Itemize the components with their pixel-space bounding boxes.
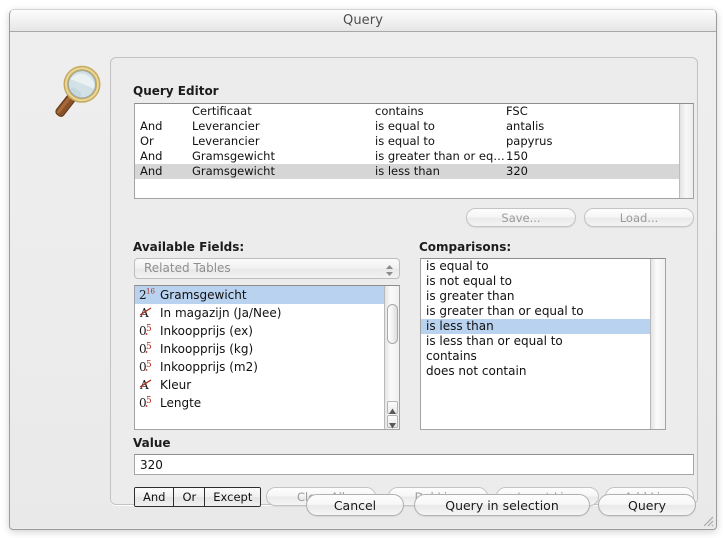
row-field: Leverancier <box>192 119 260 133</box>
decimal-field-icon: 05 <box>139 359 158 374</box>
scroll-down-arrow-icon[interactable] <box>387 415 398 429</box>
svg-text:5: 5 <box>146 396 152 406</box>
window-title: Query <box>342 13 383 28</box>
query-editor-scrollbar[interactable] <box>679 104 693 198</box>
query-editor-row[interactable]: And Gramsgewicht is greater than or eq… 150 <box>135 149 693 164</box>
available-fields-list[interactable]: 2 16 Gramsgewicht A In magazijn (Ja/Nee) 0 5 In… <box>134 285 400 430</box>
svg-text:5: 5 <box>146 324 152 334</box>
row-value: antalis <box>506 119 545 133</box>
query-in-selection-button[interactable]: Query in selection <box>414 494 590 516</box>
row-comparison: contains <box>375 104 424 118</box>
available-field-item[interactable]: 0 5 Inkoopprijs (m2) <box>135 358 399 376</box>
available-fields-label: Available Fields: <box>133 240 245 254</box>
query-editor-row[interactable]: Or Leverancier is equal to papyrus <box>135 134 693 149</box>
available-field-label: Kleur <box>160 378 192 392</box>
comparisons-scrollbar[interactable] <box>650 259 665 429</box>
cancel-button[interactable]: Cancel <box>306 494 404 516</box>
comparison-item[interactable]: does not contain <box>421 364 665 379</box>
row-value: 320 <box>506 164 528 178</box>
available-field-item[interactable]: 0 5 Inkoopprijs (kg) <box>135 340 399 358</box>
chevron-updown-icon <box>385 262 394 276</box>
comparison-item[interactable]: contains <box>421 349 665 364</box>
related-tables-popup[interactable]: Related Tables <box>134 258 400 279</box>
decimal-field-icon: 05 <box>139 341 158 356</box>
scroll-up-arrow-icon[interactable] <box>387 401 398 414</box>
available-field-item[interactable]: A Kleur <box>135 376 399 394</box>
operator-segment-except[interactable]: Except <box>205 488 261 506</box>
row-comparison: is equal to <box>375 134 435 148</box>
number-field-icon: 2 16 <box>139 287 158 303</box>
row-value: 150 <box>506 149 528 163</box>
comparison-item[interactable]: is less than <box>421 319 665 334</box>
available-field-label: Lengte <box>160 396 202 410</box>
available-field-label: Inkoopprijs (kg) <box>160 342 254 356</box>
comparison-item[interactable]: is not equal to <box>421 274 665 289</box>
row-value: papyrus <box>506 134 553 148</box>
query-editor-list[interactable]: Certificaat contains FSC And Leverancier is e… <box>134 103 694 199</box>
available-fields-scrollbar[interactable] <box>384 286 399 429</box>
available-field-label: In magazijn (Ja/Nee) <box>160 306 282 320</box>
value-label: Value <box>133 436 171 450</box>
row-operator: Or <box>140 134 154 148</box>
row-field: Gramsgewicht <box>192 164 275 178</box>
row-operator: And <box>140 149 163 163</box>
comparisons-rows: is equal to is not equal to is greater tha… <box>421 259 665 379</box>
available-field-label: Gramsgewicht <box>160 288 247 302</box>
query-dialog-window: Query Query Editor Certificaat contains … <box>9 9 717 530</box>
svg-text:16: 16 <box>146 288 155 296</box>
row-field: Leverancier <box>192 134 260 148</box>
comparison-item[interactable]: is less than or equal to <box>421 334 665 349</box>
comparison-item[interactable]: is greater than or equal to <box>421 304 665 319</box>
available-field-item[interactable]: A In magazijn (Ja/Nee) <box>135 304 399 322</box>
available-field-item[interactable]: 0 5 Inkoopprijs (ex) <box>135 322 399 340</box>
row-operator: And <box>140 164 163 178</box>
svg-text:5: 5 <box>146 342 152 352</box>
row-comparison: is greater than or eq… <box>375 149 505 163</box>
query-panel: Query Editor Certificaat contains FSC And Le… <box>110 57 698 507</box>
available-fields-rows: 2 16 Gramsgewicht A In magazijn (Ja/Nee) 0 5 In… <box>135 286 399 412</box>
row-comparison: is equal to <box>375 119 435 133</box>
value-input[interactable] <box>134 454 694 475</box>
window-body: Query Editor Certificaat contains FSC And Le… <box>10 32 716 528</box>
decimal-field-icon: 05 <box>139 395 158 410</box>
query-button[interactable]: Query <box>598 494 696 516</box>
resize-grip[interactable] <box>700 512 714 527</box>
row-operator: And <box>140 119 163 133</box>
boolean-operator-segmented-control[interactable]: And Or Except <box>134 487 262 507</box>
available-field-item[interactable]: 2 16 Gramsgewicht <box>135 286 399 304</box>
window-titlebar[interactable]: Query <box>10 9 716 32</box>
related-tables-popup-value: Related Tables <box>144 261 231 275</box>
comparison-item[interactable]: is equal to <box>421 259 665 274</box>
operator-segment-and[interactable]: And <box>135 488 175 506</box>
row-value: FSC <box>506 104 528 118</box>
text-field-icon: A <box>139 305 158 320</box>
save-button[interactable]: Save... <box>466 208 576 227</box>
query-editor-rows: Certificaat contains FSC And Leverancier is e… <box>135 104 693 179</box>
scrollbar-thumb[interactable] <box>387 304 398 344</box>
row-field: Certificaat <box>192 104 252 118</box>
available-field-label: Inkoopprijs (ex) <box>160 324 253 338</box>
comparisons-label: Comparisons: <box>419 240 512 254</box>
comparisons-list[interactable]: is equal to is not equal to is greater tha… <box>420 258 666 430</box>
query-editor-row[interactable]: And Leverancier is equal to antalis <box>135 119 693 134</box>
text-field-icon: A <box>139 377 158 392</box>
query-editor-row[interactable]: And Gramsgewicht is less than 320 <box>135 164 693 179</box>
comparison-item[interactable]: is greater than <box>421 289 665 304</box>
operator-segment-or[interactable]: Or <box>174 488 206 506</box>
available-field-label: Inkoopprijs (m2) <box>160 360 258 374</box>
decimal-field-icon: 05 <box>139 323 158 338</box>
svg-text:5: 5 <box>146 360 152 370</box>
query-editor-row[interactable]: Certificaat contains FSC <box>135 104 693 119</box>
row-comparison: is less than <box>375 164 440 178</box>
magnifier-icon <box>39 64 107 126</box>
query-editor-label: Query Editor <box>133 84 219 98</box>
load-button[interactable]: Load... <box>584 208 694 227</box>
desktop-backdrop: Query Query Editor Certificaat contains … <box>0 0 723 538</box>
row-field: Gramsgewicht <box>192 149 275 163</box>
available-field-item[interactable]: 0 5 Lengte <box>135 394 399 412</box>
